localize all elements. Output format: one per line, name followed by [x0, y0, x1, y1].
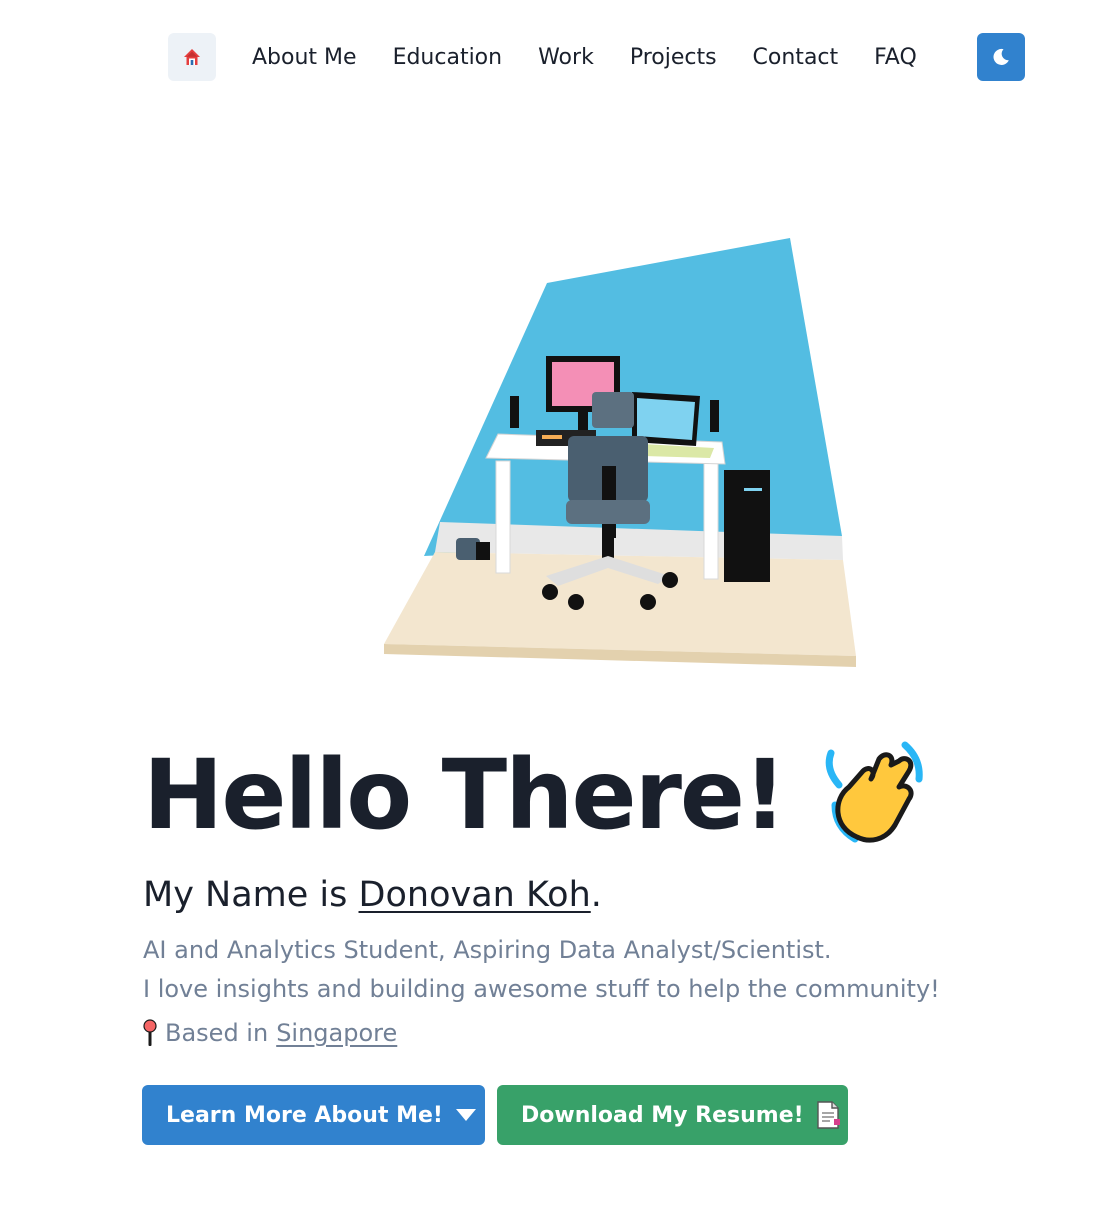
- chair-wheel: [568, 594, 584, 610]
- waving-hand-icon: [825, 741, 923, 843]
- chair-wheel: [640, 594, 656, 610]
- document-icon: [816, 1101, 840, 1129]
- download-resume-button[interactable]: Download My Resume!: [497, 1085, 848, 1145]
- pin-icon: [143, 1019, 157, 1046]
- top-navbar: About Me Education Work Projects Contact…: [168, 33, 1025, 81]
- house-icon: [184, 49, 200, 65]
- location-link[interactable]: Singapore: [276, 1019, 397, 1047]
- keyboard-keys: [542, 435, 562, 439]
- hero-section: Hello There! My Name is Donovan Koh. AI …: [142, 735, 1043, 1145]
- resume-label: Download My Resume!: [521, 1102, 804, 1128]
- nav-link-faq[interactable]: FAQ: [874, 45, 917, 70]
- learn-more-button[interactable]: Learn More About Me!: [142, 1085, 485, 1145]
- nav-link-contact[interactable]: Contact: [753, 45, 839, 70]
- chair-wheel: [662, 572, 678, 588]
- vr-headset-strap: [476, 542, 490, 560]
- intro-prefix: My Name is: [143, 875, 359, 915]
- chair-headrest: [592, 392, 634, 428]
- speaker: [710, 400, 719, 432]
- nav-link-education[interactable]: Education: [393, 45, 503, 70]
- desk-leg: [703, 460, 719, 580]
- nav-link-work[interactable]: Work: [538, 45, 594, 70]
- chair-wheel: [542, 584, 558, 600]
- hero-title: Hello There!: [143, 739, 787, 851]
- nav-links: About Me Education Work Projects Contact…: [252, 45, 917, 70]
- intro-line: My Name is Donovan Koh.: [143, 873, 1043, 917]
- tagline-line-2: I love insights and building awesome stu…: [143, 975, 940, 1003]
- moon-icon: [993, 48, 1009, 65]
- desk-leg: [495, 460, 511, 574]
- location-prefix: Based in: [165, 1019, 269, 1047]
- caret-down-icon: [455, 1108, 477, 1122]
- tagline-line-1: AI and Analytics Student, Aspiring Data …: [143, 936, 832, 964]
- home-button[interactable]: [168, 33, 216, 81]
- intro-suffix: .: [590, 875, 602, 915]
- nav-link-about[interactable]: About Me: [252, 45, 357, 70]
- theme-toggle-button[interactable]: [977, 33, 1025, 81]
- desk-setup-illustration: [384, 238, 856, 667]
- speaker: [510, 396, 519, 428]
- name-link[interactable]: Donovan Koh: [359, 875, 591, 915]
- cta-buttons: Learn More About Me! Download My Resume!: [142, 1085, 1043, 1145]
- location-line: Based in Singapore: [143, 1019, 1043, 1047]
- learn-more-label: Learn More About Me!: [166, 1102, 443, 1128]
- chair-seat: [566, 500, 650, 524]
- nav-link-projects[interactable]: Projects: [630, 45, 717, 70]
- pc-tower-light: [744, 488, 762, 491]
- laptop-screen: [637, 398, 695, 440]
- hero-heading: Hello There!: [143, 735, 1043, 855]
- pc-tower: [724, 470, 770, 582]
- tagline: AI and Analytics Student, Aspiring Data …: [143, 931, 1043, 1009]
